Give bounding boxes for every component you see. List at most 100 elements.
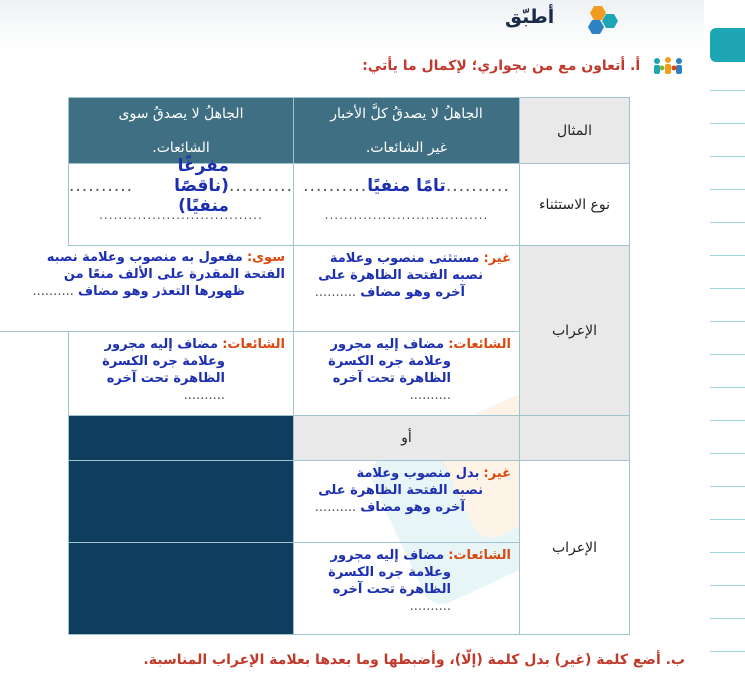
shaaat-2-line1: الشائعات: مضاف إليه مجرور bbox=[75, 336, 285, 353]
dark-cell bbox=[68, 542, 294, 635]
parse-badal-line3: آخره وهو مضاف .......... bbox=[300, 499, 511, 516]
dark-cell bbox=[68, 460, 294, 543]
shaaat-3-line3: الظاهرة تحت آخره .......... bbox=[300, 581, 511, 615]
parse-shaaat-2: الشائعات: مضاف إليه مجرور وعلامة جره الك… bbox=[68, 331, 294, 416]
side-rule bbox=[710, 354, 745, 355]
sewa-parse-2: الفتحة المقدرة على الألف منعًا من bbox=[63, 267, 285, 282]
label-parsing-2-text: الإعراب bbox=[551, 539, 598, 556]
type-1: .......... تامًا منفيًا.......... .......… bbox=[293, 163, 520, 246]
shaaat-parse-1: مضاف إليه مجرور bbox=[104, 337, 219, 352]
or-text: أو bbox=[401, 430, 412, 446]
instruction-a: أ. أتعاون مع من بجواري؛ لإكمال ما يأتي: bbox=[362, 56, 685, 76]
example-2: الجاهلُ لا يصدقُ سوى الشائعات. bbox=[68, 97, 294, 164]
dots: .......... bbox=[314, 285, 357, 300]
header-bar bbox=[0, 0, 745, 50]
side-tab[interactable] bbox=[710, 28, 745, 62]
dots: .......... bbox=[303, 176, 368, 196]
shaaat-label: الشائعات: bbox=[222, 337, 285, 352]
type-2: .......... مفرغًا (ناقصًا منفيًا)........… bbox=[68, 156, 294, 246]
side-rule bbox=[710, 255, 745, 256]
example-1-line2: غير الشائعات. bbox=[365, 139, 448, 156]
hexagon-cluster-icon bbox=[588, 6, 618, 34]
instruction-b: ب. أضع كلمة (غير) بدل كلمة (إلّا)، وأضبط… bbox=[143, 652, 685, 668]
shaaat-parse-3: الظاهرة تحت آخره bbox=[106, 371, 225, 386]
ghayr-parse-2: نصبه الفتحة الظاهرة على bbox=[318, 268, 483, 283]
label-parsing-text: الإعراب bbox=[551, 322, 598, 339]
sewa-parse-1: مفعول به منصوب وعلامة نصبه bbox=[46, 250, 243, 265]
side-rule bbox=[710, 618, 745, 619]
dots: .......... bbox=[228, 176, 293, 196]
parse-shaaat-1: الشائعات: مضاف إليه مجرور وعلامة جره الك… bbox=[293, 331, 520, 416]
page: أطبّق أ. أتعاون مع من بجواري؛ لإكمال ما … bbox=[0, 0, 745, 682]
side-rule bbox=[710, 552, 745, 553]
parse-sewa: سوى: مفعول به منصوب وعلامة نصبه الفتحة ا… bbox=[0, 245, 294, 332]
section-title: أطبّق bbox=[505, 6, 555, 28]
side-rule bbox=[710, 156, 745, 157]
parse-ghayr: غير: مستثنى منصوب وعلامة نصبه الفتحة الظ… bbox=[293, 245, 520, 332]
dots: .......... bbox=[409, 599, 451, 614]
side-rule bbox=[710, 222, 745, 223]
or-label-blank bbox=[519, 415, 630, 461]
type-2-text: مفرغًا (ناقصًا منفيًا) bbox=[174, 156, 229, 216]
side-rule bbox=[710, 189, 745, 190]
ghayr-parse-3: آخره وهو مضاف bbox=[360, 285, 465, 300]
parse-badal-line1: غير: بدل منصوب وعلامة bbox=[300, 465, 512, 482]
side-rule bbox=[710, 486, 745, 487]
side-rule bbox=[710, 387, 745, 388]
shaaat-parse-2: وعلامة جره الكسرة bbox=[102, 354, 225, 369]
label-example-text: المثال bbox=[557, 122, 592, 139]
shaaat-parse-1: مضاف إليه مجرور bbox=[330, 337, 445, 352]
group-people-icon bbox=[654, 57, 682, 74]
dots: .......... bbox=[445, 176, 510, 196]
shaaat-1-line3: الظاهرة تحت آخره .......... bbox=[300, 370, 511, 404]
dark-cell bbox=[68, 415, 294, 461]
label-parsing: الإعراب bbox=[519, 245, 630, 416]
instruction-a-text: أ. أتعاون مع من بجواري؛ لإكمال ما يأتي: bbox=[362, 58, 641, 74]
side-rule bbox=[710, 123, 745, 124]
sewa-parse-3: ظهورها التعذر وهو مضاف bbox=[78, 284, 245, 299]
shaaat-2-line3: الظاهرة تحت آخره .......... bbox=[75, 370, 285, 404]
shaaat-parse-3: الظاهرة تحت آخره bbox=[332, 582, 451, 597]
parse-sewa-line1: سوى: مفعول به منصوب وعلامة نصبه bbox=[6, 249, 285, 266]
label-type-text: نوع الاستثناء bbox=[538, 196, 611, 213]
ghayr-label: غير: bbox=[483, 251, 511, 266]
dots: .......... bbox=[69, 176, 134, 196]
side-rule bbox=[710, 651, 745, 652]
parse-badal: غير: بدل منصوب وعلامة نصبه الفتحة الظاهر… bbox=[293, 460, 520, 543]
dots: .......... bbox=[183, 388, 225, 403]
shaaat-parse-3: الظاهرة تحت آخره bbox=[332, 371, 451, 386]
parse-shaaat-3: الشائعات: مضاف إليه مجرور وعلامة جره الك… bbox=[293, 542, 520, 635]
badal-parse-3: آخره وهو مضاف bbox=[360, 500, 465, 515]
label-type: نوع الاستثناء bbox=[519, 163, 630, 246]
shaaat-parse-2: وعلامة جره الكسرة bbox=[328, 354, 451, 369]
sewa-label: سوى: bbox=[246, 250, 285, 265]
dots: .......... bbox=[314, 500, 357, 515]
side-rule bbox=[710, 453, 745, 454]
type-1-answer: .......... تامًا منفيًا.......... bbox=[294, 164, 519, 208]
badal-parse-1: بدل منصوب وعلامة bbox=[356, 466, 480, 481]
side-rule bbox=[710, 90, 745, 91]
side-rule bbox=[710, 288, 745, 289]
side-rule bbox=[710, 321, 745, 322]
dots-line: .................................. bbox=[324, 208, 489, 222]
ghayr-parse-1: مستثنى منصوب وعلامة bbox=[329, 251, 480, 266]
label-example: المثال bbox=[519, 97, 630, 164]
example-1: الجاهلُ لا يصدقُ كلَّ الأخبار غير الشائع… bbox=[293, 97, 520, 164]
dots-line: .................................. bbox=[99, 208, 263, 222]
parse-ghayr-line1: غير: مستثنى منصوب وعلامة bbox=[300, 250, 511, 267]
side-panel bbox=[704, 0, 745, 682]
shaaat-parse-2: وعلامة جره الكسرة bbox=[328, 565, 451, 580]
ghayr-label: غير: bbox=[483, 466, 511, 481]
shaaat-label: الشائعات: bbox=[448, 548, 511, 563]
parse-ghayr-line3: آخره وهو مضاف .......... bbox=[300, 284, 511, 301]
parse-sewa-line3: ظهورها التعذر وهو مضاف .......... bbox=[6, 283, 285, 300]
side-rule bbox=[710, 420, 745, 421]
side-rule bbox=[710, 585, 745, 586]
shaaat-parse-1: مضاف إليه مجرور bbox=[330, 548, 445, 563]
example-1-line1: الجاهلُ لا يصدقُ كلَّ الأخبار bbox=[330, 105, 483, 122]
side-rule bbox=[710, 519, 745, 520]
shaaat-1-line1: الشائعات: مضاف إليه مجرور bbox=[300, 336, 511, 353]
label-parsing-2: الإعراب bbox=[519, 460, 630, 635]
dots: .......... bbox=[409, 388, 451, 403]
shaaat-label: الشائعات: bbox=[448, 337, 511, 352]
